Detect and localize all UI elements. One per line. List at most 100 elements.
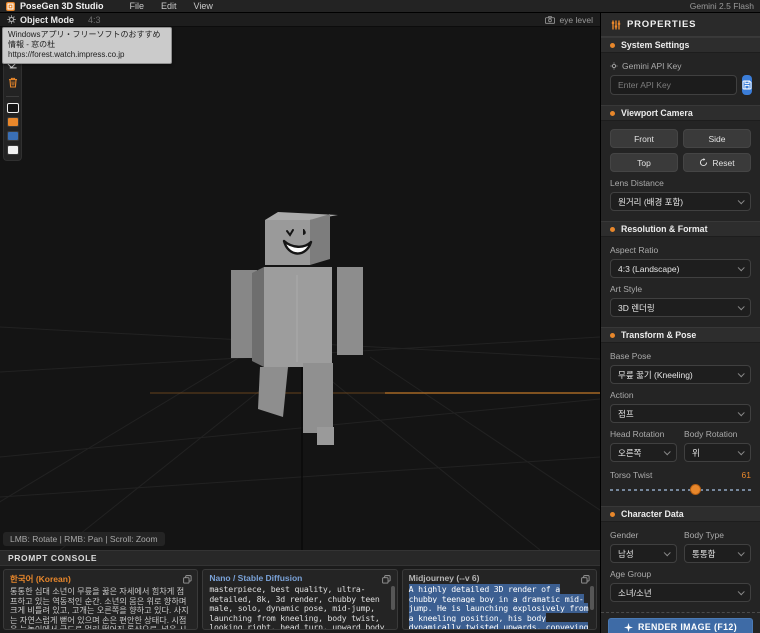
section-resolution-format[interactable]: Resolution & Format — [601, 221, 760, 237]
body-type-label: Body Type — [684, 530, 751, 540]
lens-distance-label: Lens Distance — [610, 178, 751, 188]
gear-icon — [610, 62, 618, 70]
section-dot-icon — [610, 333, 615, 338]
torso-twist-label: Torso Twist — [610, 470, 652, 480]
copy-icon — [382, 575, 391, 584]
chevron-down-icon — [664, 549, 671, 556]
art-style-label: Art Style — [610, 284, 751, 294]
scrollbar-thumb[interactable] — [590, 586, 594, 610]
prompt-label-stable-diffusion: Nano / Stable Diffusion — [209, 573, 390, 583]
camera-side-button[interactable]: Side — [683, 129, 751, 148]
eye-level-button[interactable]: eye level — [545, 15, 593, 25]
camera-top-button[interactable]: Top — [610, 153, 678, 172]
reset-icon — [699, 158, 708, 167]
menu-edit[interactable]: Edit — [161, 1, 177, 11]
aspect-ratio-select[interactable]: 4:3 (Landscape) — [610, 259, 751, 278]
prompt-panel-midjourney[interactable]: Midjourney (--v 6) A highly detailed 3D … — [402, 569, 597, 630]
viewport-canvas[interactable]: Windowsアプリ・フリーソフトのおすすめ情報 - 窓の杜 https://f… — [0, 27, 600, 550]
api-key-input[interactable] — [610, 75, 737, 95]
toolbar-divider — [6, 96, 19, 97]
chevron-down-icon — [664, 448, 671, 455]
app-window: PoseGen 3D Studio File Edit View Gemini … — [0, 0, 760, 633]
camera-reset-button[interactable]: Reset — [683, 153, 751, 172]
prompt-panel-korean[interactable]: 한국어 (Korean) 통통한 십대 소년이 무릎을 꿇은 자세에서 힘차게 … — [3, 569, 198, 630]
copy-button[interactable] — [580, 573, 592, 585]
head-rotation-select[interactable]: 오른쪽 — [610, 443, 677, 462]
properties-panel: PROPERTIES System Settings Gemini API Ke… — [600, 13, 760, 633]
prompt-label-midjourney: Midjourney (--v 6) — [409, 573, 590, 583]
section-character-data[interactable]: Character Data — [601, 506, 760, 522]
art-style-select[interactable]: 3D 렌더링 — [610, 298, 751, 317]
prompt-panel-stable-diffusion[interactable]: Nano / Stable Diffusion masterpiece, bes… — [202, 569, 397, 630]
color-swatch-white[interactable] — [7, 145, 19, 155]
tooltip-line2: https://forest.watch.impress.co.jp — [8, 50, 166, 60]
body-rotation-select[interactable]: 위 — [684, 443, 751, 462]
copy-icon — [581, 575, 590, 584]
age-group-select[interactable]: 소녀/소년 — [610, 583, 751, 602]
sparkle-icon — [624, 623, 633, 632]
aspect-ratio-label: Aspect Ratio — [610, 245, 751, 255]
scrollbar-thumb[interactable] — [391, 586, 395, 610]
prompt-text[interactable]: masterpiece, best quality, ultra-detaile… — [209, 585, 390, 630]
model-badge: Gemini 2.5 Flash — [690, 1, 754, 11]
save-icon — [742, 80, 752, 90]
color-swatch-black[interactable] — [7, 103, 19, 113]
hint-bar: LMB: Rotate | RMB: Pan | Scroll: Zoom — [3, 532, 165, 546]
chevron-down-icon — [738, 409, 745, 416]
color-swatch-orange[interactable] — [7, 117, 19, 127]
gender-select[interactable]: 남성 — [610, 544, 677, 563]
menu-view[interactable]: View — [194, 1, 213, 11]
delete-drawing-button[interactable] — [5, 75, 21, 90]
torso-twist-value: 61 — [742, 470, 751, 480]
torso-twist-slider[interactable] — [610, 484, 751, 496]
body-type-select[interactable]: 통통함 — [684, 544, 751, 563]
chevron-down-icon — [738, 549, 745, 556]
object-mode-label[interactable]: Object Mode — [20, 15, 74, 25]
action-select[interactable]: 점프 — [610, 404, 751, 423]
menu-file[interactable]: File — [130, 1, 145, 11]
torso-twist-thumb[interactable] — [690, 484, 701, 495]
section-transform-pose[interactable]: Transform & Pose — [601, 327, 760, 343]
base-pose-select[interactable]: 무릎 꿇기 (Kneeling) — [610, 365, 751, 384]
section-dot-icon — [610, 512, 615, 517]
body-rotation-label: Body Rotation — [684, 429, 751, 439]
camera-icon — [545, 16, 555, 24]
section-dot-icon — [610, 227, 615, 232]
copy-icon — [183, 575, 192, 584]
render-image-button[interactable]: RENDER IMAGE (F12) — [608, 618, 753, 633]
prompt-text-selected[interactable]: A highly detailed 3D render of a chubby … — [409, 585, 590, 630]
chevron-down-icon — [738, 197, 745, 204]
gear-icon — [7, 15, 16, 24]
chevron-down-icon — [738, 588, 745, 595]
viewport-mode-bar: Object Mode 4:3 eye level — [0, 13, 600, 27]
color-swatch-blue[interactable] — [7, 131, 19, 141]
camera-front-button[interactable]: Front — [610, 129, 678, 148]
properties-title: PROPERTIES — [627, 19, 696, 30]
lens-distance-select[interactable]: 원거리 (배경 포함) — [610, 192, 751, 211]
action-label: Action — [610, 390, 751, 400]
chevron-down-icon — [738, 303, 745, 310]
prompt-text[interactable]: 통통한 십대 소년이 무릎을 꿇은 자세에서 힘차게 점프하고 있는 역동적인 … — [10, 587, 191, 630]
slider-track — [610, 489, 751, 491]
section-viewport-camera[interactable]: Viewport Camera — [601, 105, 760, 121]
prompt-label-korean: 한국어 (Korean) — [10, 573, 191, 585]
copy-button[interactable] — [181, 573, 193, 585]
age-group-label: Age Group — [610, 569, 751, 579]
prompt-console: PROMPT CONSOLE 한국어 (Korean) 통통한 십대 소년이 무… — [0, 550, 600, 633]
browser-tooltip: Windowsアプリ・フリーソフトのおすすめ情報 - 窓の杜 https://f… — [2, 27, 172, 64]
character-model — [0, 27, 600, 550]
copy-button[interactable] — [381, 573, 393, 585]
section-system-settings[interactable]: System Settings — [601, 37, 760, 53]
save-api-key-button[interactable] — [742, 75, 752, 95]
chevron-down-icon — [738, 264, 745, 271]
head-rotation-label: Head Rotation — [610, 429, 677, 439]
sliders-icon — [611, 20, 621, 30]
trash-icon — [8, 77, 18, 88]
app-title: PoseGen 3D Studio — [20, 1, 104, 11]
title-bar: PoseGen 3D Studio File Edit View Gemini … — [0, 0, 760, 13]
base-pose-label: Base Pose — [610, 351, 751, 361]
api-key-label: Gemini API Key — [610, 61, 751, 71]
prompt-console-title: PROMPT CONSOLE — [0, 551, 600, 566]
eye-level-label: eye level — [559, 15, 593, 25]
section-dot-icon — [610, 43, 615, 48]
